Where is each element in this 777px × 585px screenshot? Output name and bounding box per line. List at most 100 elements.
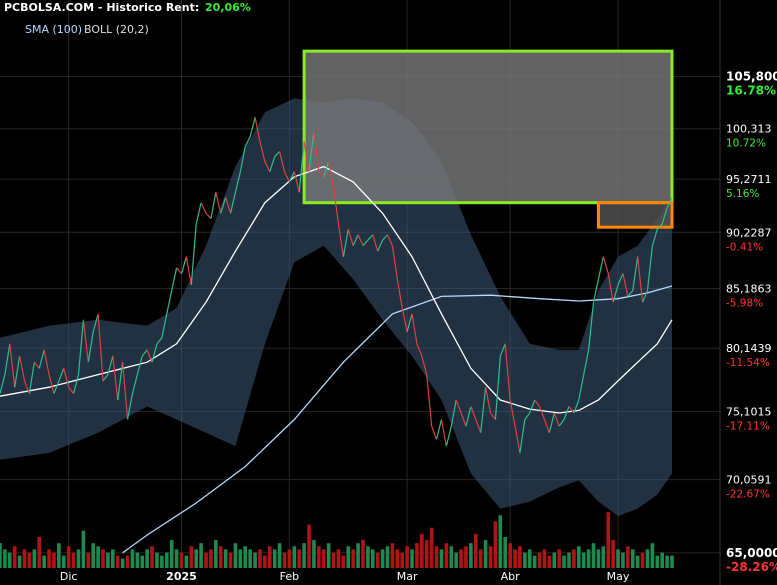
volume-bar — [272, 549, 277, 568]
y-tick-pct: -22.67% — [726, 489, 770, 501]
volume-bar — [140, 555, 145, 568]
volume-bar — [233, 543, 238, 568]
volume-bar — [356, 543, 360, 568]
volume-bar — [591, 543, 596, 568]
volume-bar — [120, 558, 125, 568]
volume-bar — [464, 546, 468, 568]
volume-bar — [596, 549, 601, 568]
volume-bar — [478, 549, 483, 568]
y-tick-label: 70,0591 — [726, 474, 772, 487]
volume-bar — [312, 540, 316, 568]
volume-bar — [660, 552, 664, 568]
volume-bar — [424, 540, 429, 568]
y-tick-label: 65,0000 — [726, 546, 777, 560]
volume-bar — [640, 552, 645, 568]
volume-bar — [258, 549, 262, 568]
volume-bar — [86, 552, 91, 568]
volume-bar — [410, 549, 414, 568]
volume-bar — [12, 546, 17, 568]
volume-bar — [160, 555, 164, 568]
y-tick-label: 85,1863 — [726, 282, 772, 295]
volume-bar — [469, 543, 473, 568]
volume-bar — [17, 555, 22, 568]
volume-bar — [184, 555, 189, 568]
volume-bar — [282, 552, 287, 568]
volume-bar — [145, 549, 149, 568]
y-tick-label: 100,313 — [726, 123, 772, 136]
volume-bar — [169, 540, 174, 568]
volume-bar — [665, 555, 669, 568]
volume-bar — [57, 543, 61, 568]
volume-bar — [96, 546, 100, 568]
volume-bar — [572, 549, 576, 568]
x-tick-label: Feb — [280, 570, 299, 583]
volume-bar — [321, 549, 326, 568]
volume-bar — [81, 530, 86, 568]
volume-bar — [91, 543, 95, 568]
volume-bar — [22, 549, 27, 568]
mode-label: Historico — [106, 1, 162, 14]
volume-bar — [277, 543, 282, 568]
volume-bar — [292, 546, 297, 568]
volume-bar — [611, 540, 615, 568]
x-tick-label: Dic — [60, 570, 78, 583]
volume-bar — [503, 537, 508, 568]
volume-bar — [297, 549, 302, 568]
volume-bar — [552, 552, 557, 568]
volume-bar — [155, 552, 159, 568]
volume-bar — [395, 549, 400, 568]
y-tick-pct: -17.11% — [726, 421, 770, 433]
volume-bar — [179, 552, 184, 568]
stock-chart[interactable]: 105,80016.78% 100,313 10.72% 95,2711 5.16% 90… — [0, 0, 777, 585]
volume-bar — [302, 543, 306, 568]
volume-bar — [415, 543, 419, 568]
y-tick-pct: 5.16% — [726, 188, 759, 200]
volume-bar — [562, 555, 566, 568]
sma-legend[interactable]: SMA (100) — [25, 23, 82, 36]
volume-bar — [351, 549, 355, 568]
volume-bar — [71, 552, 76, 568]
volume-bar — [537, 552, 542, 568]
volume-bar — [267, 546, 272, 568]
green-target-zone[interactable] — [302, 49, 674, 205]
volume-bar — [405, 546, 409, 568]
volume-bar — [52, 552, 56, 568]
highlight-zones[interactable] — [302, 49, 674, 229]
volume-bar — [194, 549, 199, 568]
volume-bar — [326, 543, 331, 568]
volume-bar — [616, 549, 620, 568]
volume-bar — [527, 549, 532, 568]
volume-bar — [390, 543, 395, 568]
rent-value: 20,06% — [205, 1, 251, 14]
volume-bar — [459, 549, 463, 568]
boll-legend[interactable]: BOLL (20,2) — [84, 23, 149, 36]
volume-bar — [253, 552, 257, 568]
volume-bar — [444, 543, 449, 568]
orange-zone[interactable] — [596, 201, 674, 229]
volume-bar — [32, 549, 37, 568]
volume-bar — [581, 552, 586, 568]
x-tick-label: May — [607, 570, 630, 583]
volume-bar — [331, 552, 336, 568]
volume-bar — [125, 555, 130, 568]
volume-bar — [42, 555, 46, 568]
volume-bar — [439, 549, 444, 568]
volume-bar — [488, 546, 493, 568]
volume-bar — [473, 533, 478, 568]
volume-bar — [66, 546, 71, 568]
volume-bar — [606, 512, 611, 568]
volume-bar — [0, 543, 2, 568]
volume-bar — [547, 555, 552, 568]
volume-bar — [263, 555, 267, 568]
volume-bar — [375, 552, 380, 568]
volume-bar — [27, 552, 32, 568]
y-tick-pct: -5.98% — [726, 297, 763, 309]
brand-label: PCBOLSA.COM — [4, 1, 95, 14]
volume-bar — [400, 552, 405, 568]
volume-bar — [655, 555, 660, 568]
volume-bar — [341, 555, 346, 568]
volume-bar — [370, 549, 375, 568]
volume-bar — [626, 546, 630, 568]
y-tick-pct: 16.78% — [726, 84, 776, 98]
volume-bar — [635, 555, 640, 568]
